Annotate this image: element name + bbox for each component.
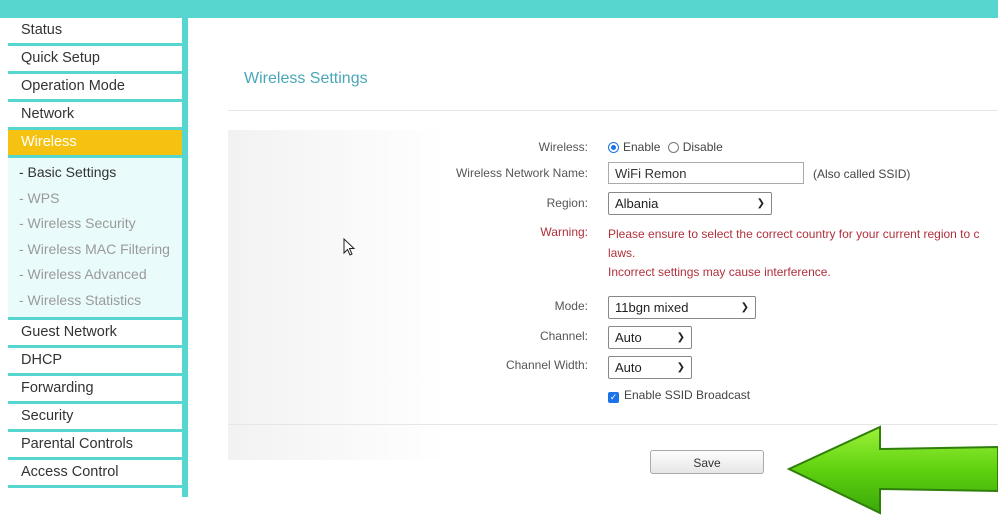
sidebar-menu: Status Quick Setup Operation Mode Networ… <box>8 18 188 497</box>
disable-label: Disable <box>682 140 723 154</box>
wireless-submenu: - Basic Settings - WPS - Wireless Securi… <box>8 158 182 320</box>
sidebar-item-guest-network[interactable]: Guest Network <box>8 319 182 348</box>
channel-select[interactable]: Auto ❯ <box>608 326 692 349</box>
top-bar <box>0 0 998 18</box>
sidebar-item-parental-controls[interactable]: Parental Controls <box>8 431 182 460</box>
enable-label: Enable <box>623 140 661 154</box>
checkbox-checked-icon[interactable]: ✓ <box>608 392 619 403</box>
mouse-cursor-icon <box>343 238 356 256</box>
warning-line: Incorrect settings may cause interferenc… <box>608 265 831 279</box>
subitem-wireless-advanced[interactable]: - Wireless Advanced <box>8 262 182 288</box>
sidebar-item-quick-setup[interactable]: Quick Setup <box>8 46 182 74</box>
form-shade <box>228 130 448 460</box>
subitem-basic-settings[interactable]: - Basic Settings <box>8 160 182 186</box>
chevron-down-icon: ❯ <box>740 302 749 313</box>
warning-label: Warning: <box>540 225 588 239</box>
sidebar-item-forwarding[interactable]: Forwarding <box>8 375 182 404</box>
save-button[interactable]: Save <box>650 450 764 474</box>
main-content: Wireless Settings Wireless: Enable Disab… <box>188 18 998 515</box>
wireless-radio-group: Enable Disable <box>608 140 723 154</box>
ssid-label: Wireless Network Name: <box>455 166 588 180</box>
sidebar-item-network[interactable]: Network <box>8 102 182 130</box>
region-label: Region: <box>546 196 588 210</box>
region-value: Albania <box>615 196 659 211</box>
warning-line: laws. <box>608 246 636 260</box>
mode-value: 11bgn mixed <box>615 300 689 315</box>
enable-radio[interactable] <box>608 142 619 153</box>
warning-text: Please ensure to select the correct coun… <box>608 225 980 282</box>
channel-width-label: Channel Width: <box>505 358 588 372</box>
sidebar-item-operation-mode[interactable]: Operation Mode <box>8 74 182 102</box>
sidebar-item-dhcp[interactable]: DHCP <box>8 347 182 376</box>
channel-width-select[interactable]: Auto ❯ <box>608 356 692 379</box>
sidebar-item-access-control[interactable]: Access Control <box>8 459 182 488</box>
channel-value: Auto <box>615 330 642 345</box>
subitem-wps[interactable]: - WPS <box>8 186 182 212</box>
ssid-input[interactable] <box>608 162 804 184</box>
subitem-wireless-security[interactable]: - Wireless Security <box>8 211 182 237</box>
region-select[interactable]: Albania ❯ <box>608 192 772 215</box>
chevron-down-icon: ❯ <box>676 332 685 343</box>
subitem-wireless-statistics[interactable]: - Wireless Statistics <box>8 288 182 314</box>
subitem-wireless-mac-filtering[interactable]: - Wireless MAC Filtering <box>8 237 182 263</box>
sidebar-item-wireless[interactable]: Wireless <box>8 130 182 158</box>
page-title: Wireless Settings <box>244 70 368 87</box>
chevron-down-icon: ❯ <box>676 362 685 373</box>
mode-label: Mode: <box>554 299 588 313</box>
channel-label: Channel: <box>539 329 588 343</box>
sidebar-item-security[interactable]: Security <box>8 403 182 432</box>
disable-radio[interactable] <box>667 142 679 153</box>
ssid-hint: (Also called SSID) <box>813 167 911 181</box>
ssid-broadcast-label: Enable SSID Broadcast <box>624 388 751 402</box>
ssid-broadcast-option[interactable]: ✓ Enable SSID Broadcast <box>608 388 750 403</box>
channel-width-value: Auto <box>615 360 642 375</box>
title-divider <box>228 110 998 111</box>
mode-select[interactable]: 11bgn mixed ❯ <box>608 296 756 319</box>
wireless-label: Wireless: <box>538 140 588 154</box>
green-arrow-icon <box>786 425 998 515</box>
sidebar-item-status[interactable]: Status <box>8 18 182 46</box>
chevron-down-icon: ❯ <box>756 198 765 209</box>
warning-line: Please ensure to select the correct coun… <box>608 227 980 241</box>
